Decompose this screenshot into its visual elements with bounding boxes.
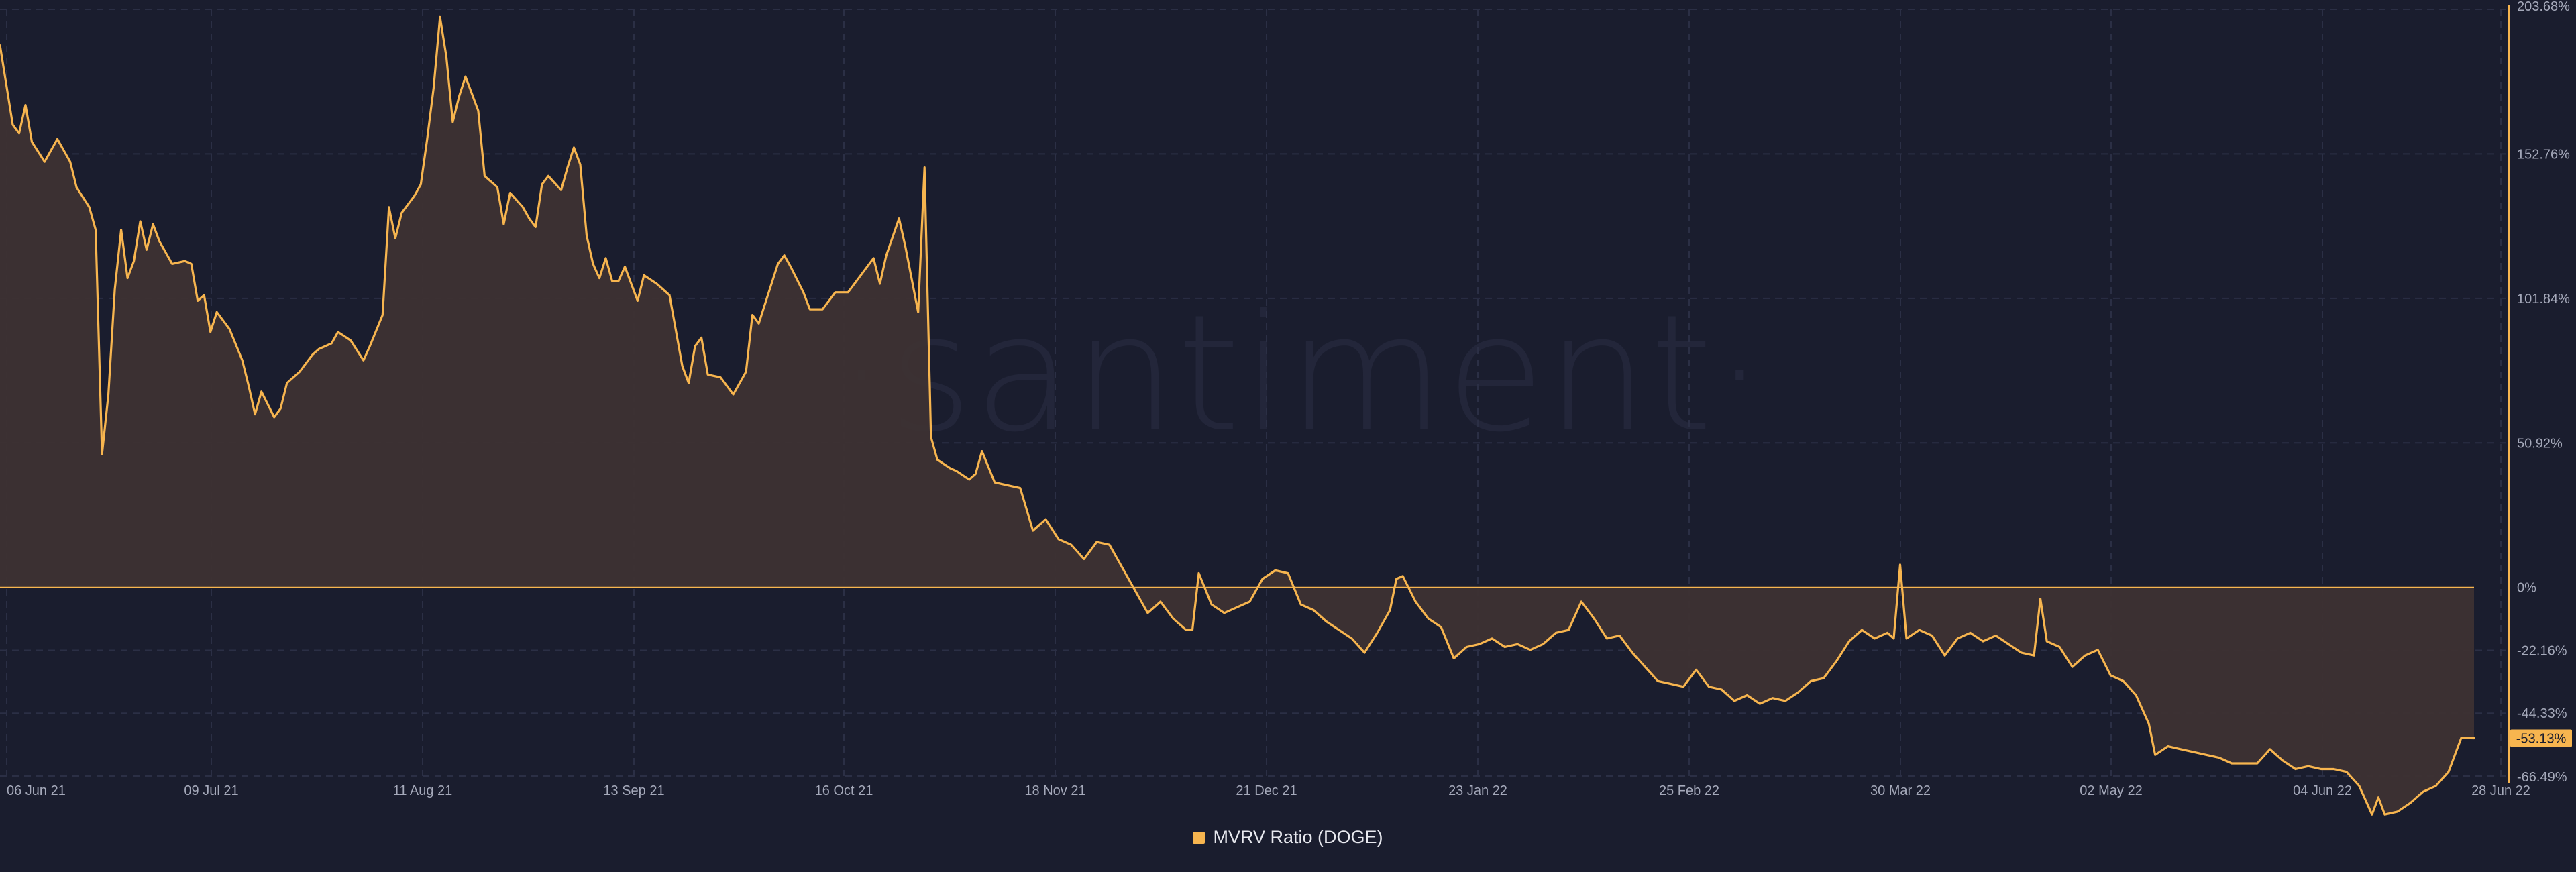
- y-tick-label: -22.16%: [2517, 643, 2567, 658]
- x-tick-label: 02 May 22: [2080, 783, 2142, 798]
- legend-label: MVRV Ratio (DOGE): [1213, 827, 1383, 847]
- legend-swatch: [1193, 831, 1205, 844]
- y-tick-label: 0%: [2517, 581, 2536, 596]
- y-tick-label: 203.68%: [2517, 0, 2570, 14]
- watermark: ·santiment·: [836, 280, 1766, 468]
- chart-container: ·santiment· 06 Jun 21 09 Jul 21 11 Aug 21 1…: [0, 0, 2576, 872]
- mvrv-chart[interactable]: ·santiment· 06 Jun 21 09 Jul 21 11 Aug 21 1…: [0, 0, 2576, 872]
- x-tick-label: 13 Sep 21: [603, 783, 664, 798]
- y-tick-label: -44.33%: [2517, 706, 2567, 721]
- y-tick-label: 50.92%: [2517, 436, 2563, 451]
- x-tick-label: 30 Mar 22: [1870, 783, 1931, 798]
- x-tick-label: 23 Jan 22: [1448, 783, 1507, 798]
- x-tick-label: 11 Aug 21: [393, 783, 453, 798]
- x-tick-label: 18 Nov 21: [1024, 783, 1085, 798]
- y-tick-label: 152.76%: [2517, 147, 2570, 162]
- current-value-label: -53.13%: [2516, 731, 2567, 746]
- x-tick-label: 06 Jun 21: [7, 783, 66, 798]
- x-tick-label: 28 Jun 22: [2471, 783, 2530, 798]
- x-tick-label: 16 Oct 21: [815, 783, 873, 798]
- x-tick-label: 04 Jun 22: [2293, 783, 2352, 798]
- current-value-marker: -53.13%: [2510, 729, 2572, 747]
- y-tick-label: 101.84%: [2517, 292, 2570, 307]
- x-axis-ticks: 06 Jun 21 09 Jul 21 11 Aug 21 13 Sep 21 16 O…: [7, 783, 2530, 798]
- legend[interactable]: MVRV Ratio (DOGE): [0, 827, 2576, 848]
- y-tick-label: -66.49%: [2517, 770, 2567, 785]
- x-tick-label: 09 Jul 21: [184, 783, 238, 798]
- x-tick-label: 21 Dec 21: [1236, 783, 1297, 798]
- x-tick-label: 25 Feb 22: [1659, 783, 1719, 798]
- y-axis-ticks: 203.68% 152.76% 101.84% 50.92% 0% -22.16% -44.…: [2517, 0, 2570, 785]
